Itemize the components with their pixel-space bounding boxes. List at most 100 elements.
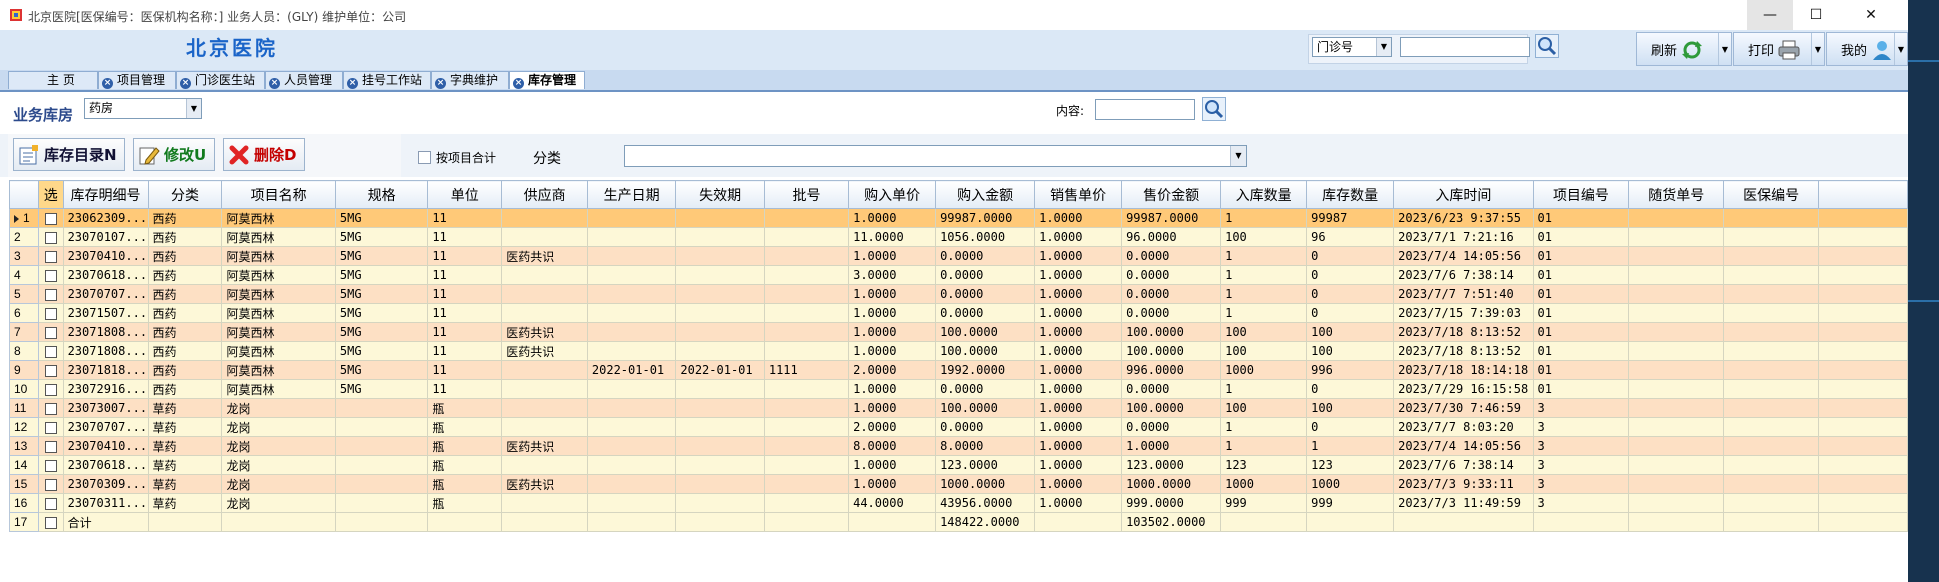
table-cell[interactable]: 阿莫西林: [221, 303, 336, 323]
table-cell[interactable]: [763, 322, 850, 342]
column-header[interactable]: 入库数量: [1220, 180, 1308, 209]
column-header[interactable]: 销售单价: [1034, 180, 1123, 209]
table-cell[interactable]: [763, 341, 850, 361]
table-cell[interactable]: [1723, 341, 1820, 361]
table-cell[interactable]: 1056.0000: [935, 227, 1036, 247]
table-cell[interactable]: [675, 227, 765, 247]
table-cell[interactable]: 01: [1532, 246, 1630, 266]
table-cell[interactable]: [501, 360, 588, 380]
table-cell[interactable]: [501, 455, 588, 475]
close-tab-icon[interactable]: ×: [347, 78, 358, 89]
table-cell[interactable]: [1628, 455, 1725, 475]
table-cell[interactable]: [586, 284, 677, 304]
table-cell[interactable]: 1000: [1306, 474, 1395, 494]
table-cell[interactable]: 1111: [763, 360, 850, 380]
table-cell[interactable]: 1.0000: [1034, 265, 1123, 285]
table-cell[interactable]: 阿莫西林: [221, 208, 336, 228]
table-cell[interactable]: 1.0000: [1121, 436, 1222, 456]
table-cell[interactable]: 5MG: [334, 227, 429, 247]
table-cell[interactable]: [1628, 398, 1725, 418]
table-cell[interactable]: 3: [1532, 493, 1630, 513]
table-cell[interactable]: 100: [1220, 398, 1308, 418]
row-header[interactable]: 6: [9, 303, 39, 323]
row-checkbox[interactable]: [44, 212, 57, 225]
table-cell[interactable]: 1: [1220, 436, 1308, 456]
table-cell[interactable]: [586, 303, 677, 323]
table-cell[interactable]: 1000: [1220, 474, 1308, 494]
table-cell[interactable]: [675, 284, 765, 304]
table-cell[interactable]: 23070107...: [62, 227, 149, 247]
row-header[interactable]: 12: [9, 417, 39, 437]
table-cell[interactable]: 瓶: [427, 417, 503, 437]
table-cell[interactable]: [675, 265, 765, 285]
refresh-dropdown-icon[interactable]: ▼: [1718, 33, 1731, 65]
close-tab-icon[interactable]: ×: [180, 78, 191, 89]
table-cell[interactable]: 1.0000: [1034, 417, 1123, 437]
column-header[interactable]: 购入金额: [935, 180, 1036, 209]
column-header[interactable]: 失效期: [675, 180, 765, 209]
column-header[interactable]: 库存数量: [1306, 180, 1395, 209]
edit-button[interactable]: 修改U: [133, 138, 215, 171]
table-cell[interactable]: 96.0000: [1121, 227, 1222, 247]
table-cell[interactable]: 2023/7/7 8:03:20: [1393, 417, 1534, 437]
table-row[interactable]: 9 23071818... 西药 阿莫西林 5MG 11 2022-01-01 2022-01…: [9, 360, 1908, 380]
table-cell[interactable]: 123.0000: [935, 455, 1036, 475]
table-cell[interactable]: 8.0000: [935, 436, 1036, 456]
table-cell[interactable]: [763, 208, 850, 228]
table-cell[interactable]: [1723, 360, 1820, 380]
table-cell[interactable]: 龙岗: [221, 398, 336, 418]
row-header[interactable]: 17: [9, 512, 39, 532]
column-header[interactable]: 规格: [334, 180, 429, 209]
table-cell[interactable]: [586, 436, 677, 456]
table-cell[interactable]: 23070707...: [62, 417, 149, 437]
table-cell[interactable]: 23071808...: [62, 341, 149, 361]
table-cell[interactable]: [1723, 208, 1820, 228]
table-cell[interactable]: [1723, 227, 1820, 247]
table-cell[interactable]: [1723, 246, 1820, 266]
table-cell[interactable]: [1723, 265, 1820, 285]
table-cell[interactable]: 23062309...: [62, 208, 149, 228]
table-cell[interactable]: 1.0000: [848, 208, 937, 228]
table-cell[interactable]: 1.0000: [1034, 284, 1123, 304]
table-cell[interactable]: 西药: [147, 265, 223, 285]
table-cell[interactable]: 01: [1532, 341, 1630, 361]
row-checkbox[interactable]: [44, 383, 57, 396]
table-cell[interactable]: 医药共识: [501, 322, 588, 342]
row-header[interactable]: 15: [9, 474, 39, 494]
table-cell[interactable]: 0: [1306, 417, 1395, 437]
table-cell[interactable]: [675, 417, 765, 437]
mine-dropdown-icon[interactable]: ▼: [1894, 33, 1907, 65]
table-cell[interactable]: [586, 417, 677, 437]
table-cell[interactable]: 阿莫西林: [221, 246, 336, 266]
row-header[interactable]: 10: [9, 379, 39, 399]
table-cell[interactable]: 2023/7/6 7:38:14: [1393, 455, 1534, 475]
table-cell[interactable]: 100.0000: [1121, 322, 1222, 342]
table-cell[interactable]: 0.0000: [935, 265, 1036, 285]
table-cell[interactable]: 1: [1220, 208, 1308, 228]
table-cell[interactable]: 1.0000: [848, 474, 937, 494]
table-cell[interactable]: 0: [1306, 265, 1395, 285]
table-cell[interactable]: 996.0000: [1121, 360, 1222, 380]
table-cell[interactable]: 23071507...: [62, 303, 149, 323]
table-cell[interactable]: 0: [1306, 284, 1395, 304]
table-cell[interactable]: 西药: [147, 322, 223, 342]
table-cell[interactable]: 2022-01-01: [675, 360, 765, 380]
table-cell[interactable]: [586, 322, 677, 342]
table-cell[interactable]: [334, 398, 429, 418]
table-row[interactable]: 14 23070618... 草药 龙岗瓶 1.0000 123.0000 1.0000 12…: [9, 455, 1908, 475]
table-cell[interactable]: [1628, 417, 1725, 437]
column-header[interactable]: 医保编号: [1723, 180, 1820, 209]
table-cell[interactable]: 医药共识: [501, 474, 588, 494]
table-cell[interactable]: [586, 455, 677, 475]
table-cell[interactable]: 0: [1306, 303, 1395, 323]
tab-project-management[interactable]: × 项目管理: [98, 71, 176, 89]
row-header[interactable]: 13: [9, 436, 39, 456]
table-cell[interactable]: 11: [427, 246, 503, 266]
table-cell[interactable]: 3: [1532, 417, 1630, 437]
content-search-button[interactable]: [1202, 97, 1226, 121]
table-row[interactable]: 16 23070311... 草药 龙岗 瓶 44.0000 43956.0000 1.000…: [9, 493, 1908, 513]
table-cell[interactable]: 2023/7/3 9:33:11: [1393, 474, 1534, 494]
table-cell[interactable]: 11: [427, 303, 503, 323]
table-cell[interactable]: 3: [1532, 474, 1630, 494]
table-cell[interactable]: 1.0000: [848, 341, 937, 361]
